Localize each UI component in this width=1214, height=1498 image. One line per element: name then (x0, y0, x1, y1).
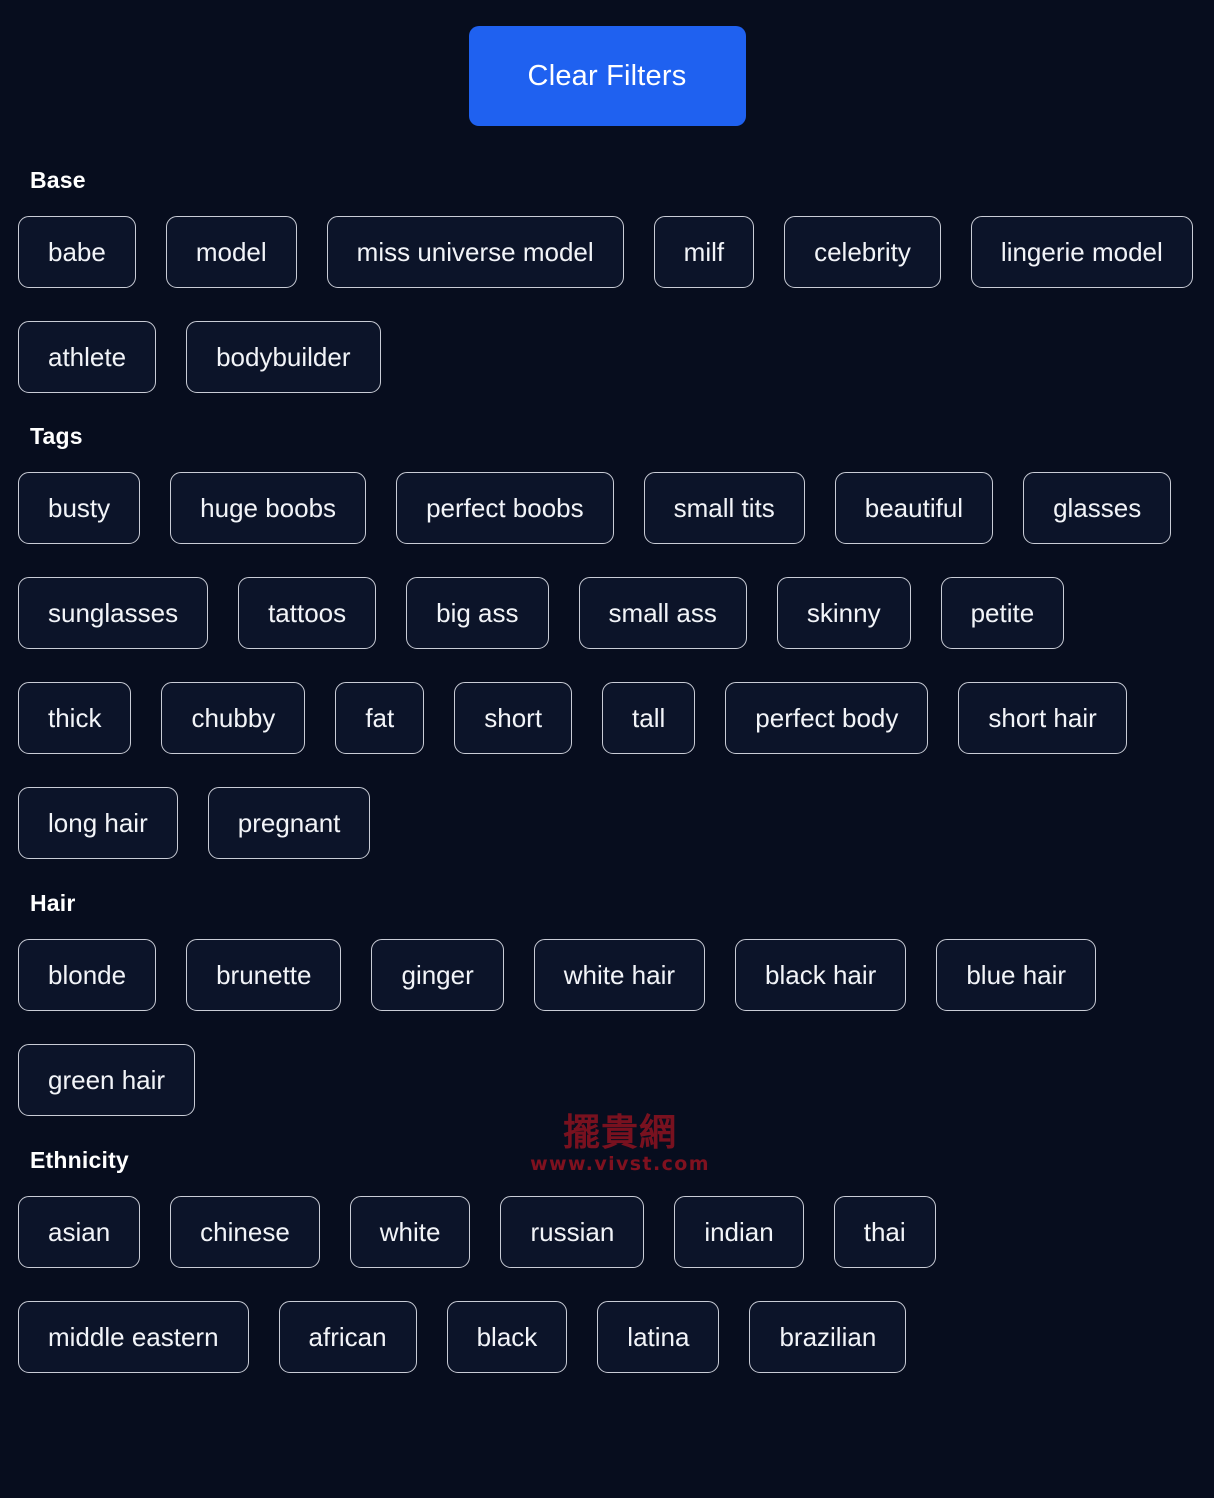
filter-chip-glasses[interactable]: glasses (1023, 472, 1172, 544)
section-title-base: Base (30, 167, 86, 193)
filter-chip-chinese[interactable]: chinese (170, 1196, 320, 1268)
filter-section-tags: Tags busty huge boobs perfect boobs small t… (0, 423, 1214, 859)
filter-chip-ginger[interactable]: ginger (371, 939, 504, 1011)
section-title-ethnicity: Ethnicity (30, 1147, 129, 1173)
filter-chip-african[interactable]: african (278, 1301, 417, 1373)
section-title-tags: Tags (30, 423, 83, 449)
filter-chip-white[interactable]: white (349, 1196, 471, 1268)
filter-chip-model[interactable]: model (165, 216, 297, 288)
filter-chip-middle-eastern[interactable]: middle eastern (18, 1301, 249, 1373)
clear-filters-button[interactable]: Clear Filters (468, 26, 746, 126)
chip-group-base: babe model miss universe model milf celebrit… (18, 216, 1196, 393)
filter-chip-thick[interactable]: thick (18, 682, 132, 754)
filter-chip-green-hair[interactable]: green hair (18, 1044, 196, 1116)
section-title-hair: Hair (30, 890, 76, 916)
chip-group-tags: busty huge boobs perfect boobs small tits be… (18, 472, 1196, 859)
filter-chip-big-ass[interactable]: big ass (406, 577, 549, 649)
filter-chip-milf[interactable]: milf (653, 216, 755, 288)
filter-chip-tall[interactable]: tall (602, 682, 696, 754)
filter-chip-short-hair[interactable]: short hair (958, 682, 1127, 754)
filter-chip-thai[interactable]: thai (833, 1196, 936, 1268)
filter-chip-chubby[interactable]: chubby (161, 682, 306, 754)
filter-chip-latina[interactable]: latina (597, 1301, 720, 1373)
filter-chip-blue-hair[interactable]: blue hair (936, 939, 1097, 1011)
filter-section-base: Base babe model miss universe model milf cel… (0, 167, 1214, 393)
filter-chip-skinny[interactable]: skinny (776, 577, 911, 649)
filter-chip-sunglasses[interactable]: sunglasses (18, 577, 209, 649)
filter-chip-long-hair[interactable]: long hair (18, 787, 178, 859)
filter-chip-beautiful[interactable]: beautiful (834, 472, 994, 544)
filter-chip-pregnant[interactable]: pregnant (207, 787, 371, 859)
filter-chip-fat[interactable]: fat (335, 682, 425, 754)
filter-panel: Base babe model miss universe model milf cel… (0, 167, 1214, 1373)
filter-chip-black-hair[interactable]: black hair (735, 939, 907, 1011)
filter-chip-brazilian[interactable]: brazilian (749, 1301, 907, 1373)
filter-chip-perfect-boobs[interactable]: perfect boobs (396, 472, 614, 544)
chip-group-hair: blonde brunette ginger white hair black hair… (18, 939, 1196, 1116)
filter-chip-russian[interactable]: russian (500, 1196, 645, 1268)
filter-chip-white-hair[interactable]: white hair (533, 939, 706, 1011)
filter-chip-huge-boobs[interactable]: huge boobs (170, 472, 367, 544)
filter-section-ethnicity: Ethnicity asian chinese white russian indian… (0, 1147, 1214, 1373)
filter-section-hair: Hair blonde brunette ginger white hair black… (0, 890, 1214, 1116)
filter-chip-perfect-body[interactable]: perfect body (725, 682, 929, 754)
filter-chip-indian[interactable]: indian (674, 1196, 804, 1268)
filter-chip-small-ass[interactable]: small ass (578, 577, 747, 649)
filter-chip-blonde[interactable]: blonde (18, 939, 157, 1011)
filter-chip-small-tits[interactable]: small tits (643, 472, 805, 544)
filter-chip-miss-universe-model[interactable]: miss universe model (326, 216, 624, 288)
filter-chip-brunette[interactable]: brunette (186, 939, 342, 1011)
filter-chip-celebrity[interactable]: celebrity (784, 216, 941, 288)
chip-group-ethnicity: asian chinese white russian indian thai middle… (18, 1196, 1196, 1373)
filter-chip-short[interactable]: short (454, 682, 573, 754)
filter-chip-lingerie-model[interactable]: lingerie model (970, 216, 1193, 288)
filter-chip-busty[interactable]: busty (18, 472, 141, 544)
filter-chip-athlete[interactable]: athlete (18, 321, 157, 393)
filter-chip-asian[interactable]: asian (18, 1196, 141, 1268)
filter-chip-black[interactable]: black (446, 1301, 568, 1373)
filter-chip-tattoos[interactable]: tattoos (238, 577, 377, 649)
filter-chip-bodybuilder[interactable]: bodybuilder (186, 321, 381, 393)
filter-chip-babe[interactable]: babe (18, 216, 136, 288)
toolbar: Clear Filters (0, 0, 1214, 126)
filter-chip-petite[interactable]: petite (940, 577, 1065, 649)
